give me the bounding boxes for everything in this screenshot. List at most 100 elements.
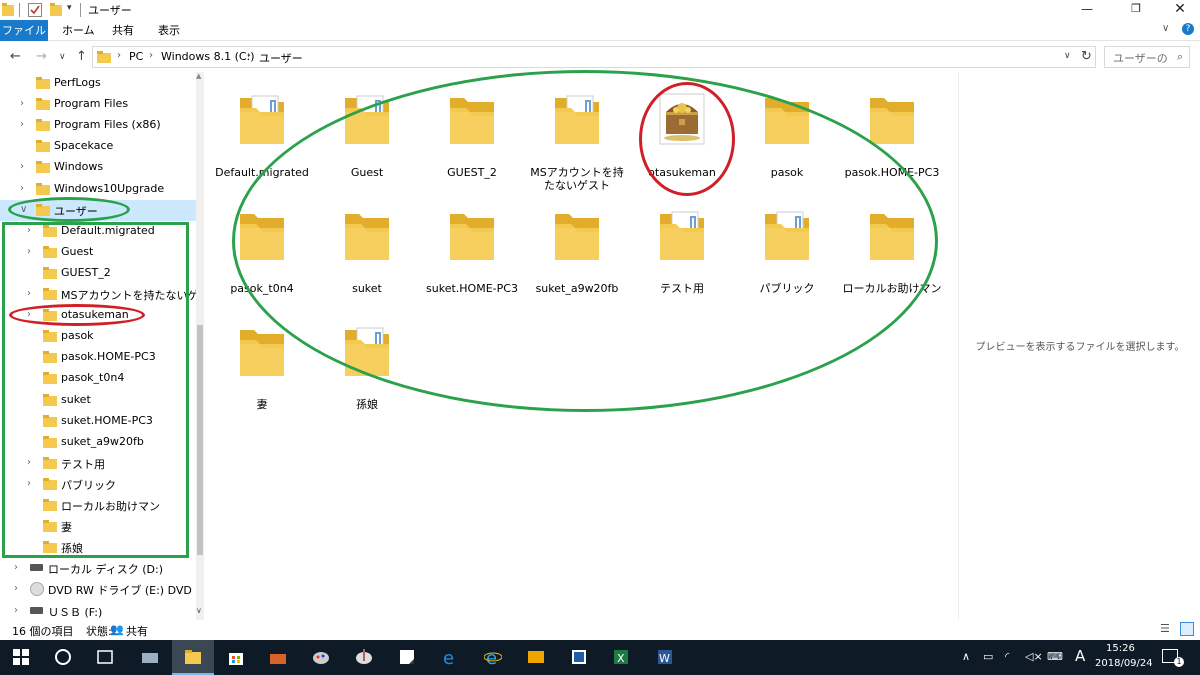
ime-indicator[interactable]: A	[1075, 647, 1085, 665]
wifi-icon[interactable]: ◜	[1005, 650, 1009, 663]
taskbar-start[interactable]	[0, 640, 42, 675]
battery-icon[interactable]: ▭	[983, 650, 993, 663]
address-bar[interactable]: › PC › Windows 8.1 (C:) › ユーザー ∨ ↻	[92, 46, 1096, 68]
nav-scrollbar-thumb[interactable]	[197, 325, 203, 555]
taskbar-sticky-notes[interactable]	[386, 640, 428, 675]
taskbar-cortana[interactable]	[42, 640, 84, 675]
tree-item-user[interactable]: pasok_t0n4	[0, 368, 196, 389]
folder-tile[interactable]: Guest	[317, 74, 417, 179]
details-view-icon[interactable]: ☰	[1160, 622, 1170, 635]
tree-item-user[interactable]: › otasukeman	[0, 305, 196, 326]
scroll-down-icon[interactable]: ∨	[196, 606, 202, 615]
expand-arrow-icon[interactable]: ›	[27, 457, 31, 468]
breadcrumb-pc[interactable]: PC	[129, 50, 143, 63]
folder-tile[interactable]: Default.migrated	[212, 74, 312, 179]
new-folder-icon[interactable]	[50, 3, 62, 17]
tree-item[interactable]: › Windows10Upgrade	[0, 179, 196, 200]
customize-quick-access-icon[interactable]: ▾	[67, 3, 72, 13]
folder-tile[interactable]: otasukeman	[632, 74, 732, 179]
taskbar-app-blue[interactable]	[558, 640, 600, 675]
expand-arrow-icon[interactable]: ›	[27, 246, 31, 257]
folder-tile[interactable]: suket.HOME-PC3	[422, 190, 522, 295]
taskbar-file-explorer[interactable]	[172, 640, 214, 675]
breadcrumb-separator[interactable]: ›	[149, 50, 153, 61]
taskbar-app-yellow[interactable]	[515, 640, 557, 675]
collapse-arrow-icon[interactable]: ∨	[20, 204, 27, 215]
address-dropdown-icon[interactable]: ∨	[1064, 51, 1071, 61]
recent-locations-button[interactable]: ∨	[59, 52, 66, 62]
close-button[interactable]: ✕	[1157, 0, 1200, 20]
tree-item-user[interactable]: 孫娘	[0, 537, 196, 558]
search-box[interactable]: ユーザーの ⌕	[1104, 46, 1190, 68]
folder-tile[interactable]: ローカルお助けマン	[842, 190, 942, 295]
taskbar-paint-brush[interactable]	[343, 640, 385, 675]
tree-item-user[interactable]: 妻	[0, 516, 196, 537]
folder-tile[interactable]: 妻	[212, 306, 312, 411]
folder-tile[interactable]: pasok_t0n4	[212, 190, 312, 295]
tree-item[interactable]: › Program Files	[0, 94, 196, 115]
tree-item-user[interactable]: ローカルお助けマン	[0, 495, 196, 516]
expand-arrow-icon[interactable]: ›	[20, 161, 24, 172]
tree-item-user[interactable]: suket.HOME-PC3	[0, 411, 196, 432]
expand-arrow-icon[interactable]: ›	[27, 288, 31, 299]
expand-arrow-icon[interactable]: ›	[14, 583, 18, 594]
tree-item-user[interactable]: › パブリック	[0, 474, 196, 495]
scroll-up-icon[interactable]: ▲	[196, 72, 201, 80]
tree-item-user[interactable]: pasok	[0, 326, 196, 347]
taskbar-scanner[interactable]	[129, 640, 171, 675]
expand-arrow-icon[interactable]: ›	[14, 605, 18, 616]
search-icon[interactable]: ⌕	[1177, 50, 1183, 64]
expand-arrow-icon[interactable]: ›	[20, 98, 24, 109]
expand-arrow-icon[interactable]: ›	[14, 562, 18, 573]
tree-item[interactable]: › Program Files (x86)	[0, 115, 196, 136]
tree-item[interactable]: Spacekace	[0, 136, 196, 157]
taskbar-word[interactable]: W	[644, 640, 686, 675]
taskbar-excel[interactable]: X	[600, 640, 642, 675]
tree-item-user[interactable]: pasok.HOME-PC3	[0, 347, 196, 368]
tree-item[interactable]: › Windows	[0, 157, 196, 178]
minimize-button[interactable]: —	[1064, 0, 1110, 20]
breadcrumb-separator[interactable]: ›	[117, 50, 121, 61]
clock-date[interactable]: 2018/09/24	[1095, 658, 1153, 669]
show-hidden-icons-icon[interactable]: ∧	[962, 650, 970, 663]
tree-item[interactable]: ∨ ユーザー	[0, 200, 196, 221]
tab-home[interactable]: ホーム	[52, 20, 105, 41]
tree-item-user[interactable]: GUEST_2	[0, 263, 196, 284]
tab-view[interactable]: 表示	[148, 20, 190, 41]
breadcrumb-users[interactable]: ユーザー	[259, 50, 303, 66]
folder-tile[interactable]: suket	[317, 190, 417, 295]
expand-arrow-icon[interactable]: ›	[27, 225, 31, 236]
expand-arrow-icon[interactable]: ›	[27, 478, 31, 489]
breadcrumb-drive-c[interactable]: Windows 8.1 (C:)	[161, 50, 255, 63]
clock-time[interactable]: 15:26	[1106, 643, 1135, 654]
tree-item[interactable]: PerfLogs	[0, 73, 196, 94]
folder-tile[interactable]: pasok.HOME-PC3	[842, 74, 942, 179]
tree-item-drive[interactable]: › ローカル ディスク (D:)	[0, 558, 196, 579]
tab-share[interactable]: 共有	[102, 20, 144, 41]
taskbar-paint[interactable]	[300, 640, 342, 675]
tree-item-drive[interactable]: › DVD RW ドライブ (E:) DVD	[0, 579, 196, 600]
taskbar-edge[interactable]: e	[429, 640, 471, 675]
tab-file[interactable]: ファイル	[0, 20, 48, 41]
taskbar-store[interactable]	[215, 640, 257, 675]
folder-tile[interactable]: 孫娘	[317, 306, 417, 411]
help-icon[interactable]: ?	[1182, 23, 1194, 35]
taskbar-task-view[interactable]	[84, 640, 126, 675]
tree-item-user[interactable]: › Guest	[0, 242, 196, 263]
properties-icon[interactable]	[28, 3, 42, 17]
folder-tile[interactable]: パブリック	[737, 190, 837, 295]
expand-ribbon-icon[interactable]: ∨	[1162, 23, 1169, 34]
restore-button[interactable]: ❐	[1113, 0, 1159, 20]
tree-item-user[interactable]: suket_a9w20fb	[0, 432, 196, 453]
taskbar-toolbox[interactable]	[257, 640, 299, 675]
up-button[interactable]: ↑	[76, 49, 87, 64]
folder-tile[interactable]: pasok	[737, 74, 837, 179]
refresh-icon[interactable]: ↻	[1081, 49, 1092, 64]
folder-tile[interactable]: suket_a9w20fb	[527, 190, 627, 295]
taskbar-internet-explorer[interactable]: e	[472, 640, 514, 675]
tree-item-user[interactable]: suket	[0, 390, 196, 411]
back-button[interactable]: ←	[10, 49, 21, 64]
tree-item-drive[interactable]: › ＵＳＢ (F:)	[0, 601, 196, 620]
folder-tile[interactable]: GUEST_2	[422, 74, 522, 179]
expand-arrow-icon[interactable]: ›	[27, 309, 31, 320]
